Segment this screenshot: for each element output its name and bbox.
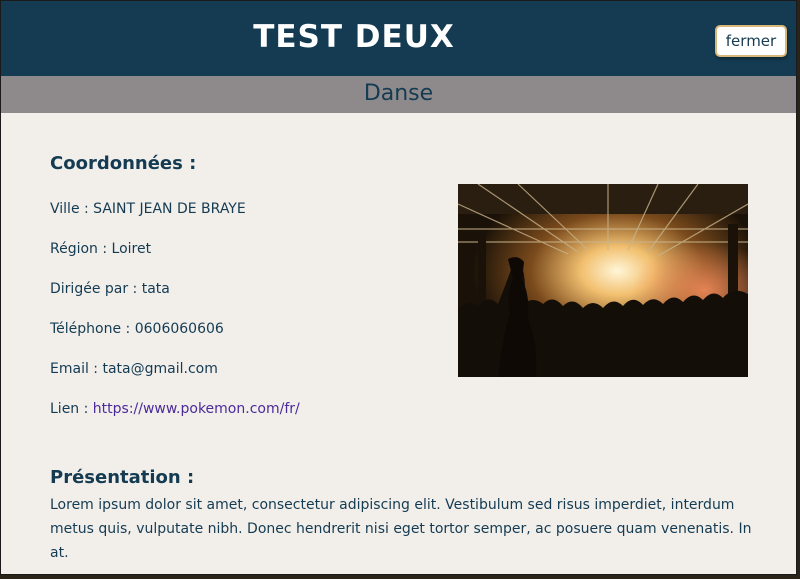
presentation-heading: Présentation :: [50, 467, 195, 488]
city-value: SAINT JEAN DE BRAYE: [93, 201, 246, 217]
modal-header: TEST DEUX fermer: [1, 1, 796, 76]
phone-label: Téléphone :: [50, 321, 131, 337]
director-line: Dirigée par : tata: [50, 281, 170, 297]
city-label: Ville :: [50, 201, 89, 217]
region-label: Région :: [50, 241, 108, 257]
region-value: Loiret: [111, 241, 152, 257]
phone-value: 0606060606: [134, 321, 224, 337]
close-button[interactable]: fermer: [715, 25, 787, 57]
detail-modal: TEST DEUX fermer Danse Coordonnées : Vil…: [0, 0, 797, 575]
link-line: Lien : https://www.pokemon.com/fr/: [50, 401, 300, 417]
page-title: TEST DEUX: [253, 19, 455, 55]
phone-line: Téléphone : 0606060606: [50, 321, 224, 337]
presentation-text: Lorem ipsum dolor sit amet, consectetur …: [50, 497, 752, 561]
email-label: Email :: [50, 361, 99, 377]
director-label: Dirigée par :: [50, 281, 138, 297]
email-line: Email : tata@gmail.com: [50, 361, 218, 377]
city-line: Ville : SAINT JEAN DE BRAYE: [50, 201, 246, 217]
website-link[interactable]: https://www.pokemon.com/fr/: [93, 401, 300, 417]
director-value: tata: [141, 281, 170, 297]
category-bar: Danse: [1, 76, 796, 113]
link-label: Lien :: [50, 401, 89, 417]
concert-photo: [458, 184, 748, 377]
contact-heading: Coordonnées :: [50, 153, 197, 174]
email-value: tata@gmail.com: [102, 361, 218, 377]
category-label: Danse: [363, 81, 434, 106]
region-line: Région : Loiret: [50, 241, 151, 257]
concert-image-graphic: [458, 184, 748, 377]
